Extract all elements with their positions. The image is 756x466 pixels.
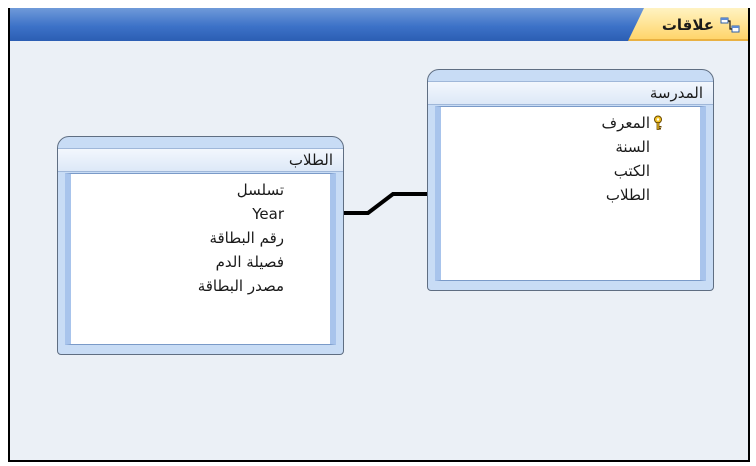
- field-item[interactable]: Year: [71, 202, 330, 226]
- table-school-title[interactable]: المدرسة: [428, 81, 713, 105]
- field-item[interactable]: الكتب: [441, 159, 700, 183]
- table-school-field-list: المعرف السنة الكتب الطلاب: [435, 106, 706, 281]
- table-school[interactable]: المدرسة المعرف السنة الكتب الطلاب: [427, 69, 714, 291]
- primary-key-icon: [654, 115, 662, 130]
- field-item-primary-key[interactable]: المعرف: [441, 111, 700, 135]
- field-item-label: المعرف: [601, 114, 650, 132]
- field-item[interactable]: فصيلة الدم: [71, 250, 330, 274]
- field-item[interactable]: تسلسل: [71, 178, 330, 202]
- field-item[interactable]: السنة: [441, 135, 700, 159]
- field-item[interactable]: الطلاب: [441, 183, 700, 207]
- top-strip: [0, 0, 756, 8]
- field-item[interactable]: مصدر البطاقة: [71, 274, 330, 298]
- relationships-window: علاقات الطلاب تسلسل Year رقم البطاقة فصي…: [8, 8, 750, 462]
- field-item[interactable]: رقم البطاقة: [71, 226, 330, 250]
- table-students[interactable]: الطلاب تسلسل Year رقم البطاقة فصيلة الدم…: [57, 136, 344, 355]
- table-students-field-list: تسلسل Year رقم البطاقة فصيلة الدم مصدر ا…: [65, 173, 336, 345]
- table-students-title[interactable]: الطلاب: [58, 148, 343, 172]
